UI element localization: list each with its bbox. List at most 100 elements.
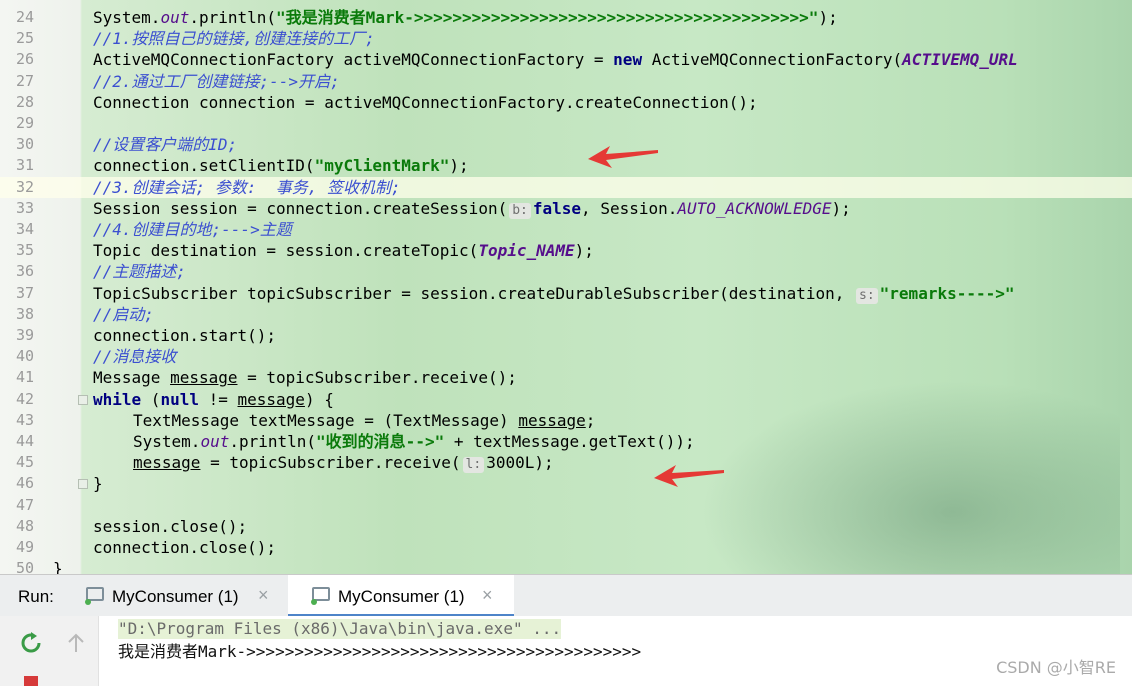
line-number: 44: [15, 432, 34, 450]
fold-marker-icon[interactable]: [78, 479, 88, 490]
close-icon[interactable]: ×: [258, 585, 269, 606]
code-token: "我是消费者Mark->>>>>>>>>>>>>>>>>>>>>>>>>>>>>…: [276, 8, 819, 27]
code-token: Session session = connection.createSessi…: [93, 198, 508, 218]
run-label: Run:: [18, 587, 54, 606]
code-token: //4.创建目的地;--->主题: [93, 220, 292, 239]
run-console[interactable]: "D:\Program Files (x86)\Java\bin\java.ex…: [0, 616, 1132, 686]
code-line[interactable]: 50}: [0, 558, 1132, 574]
arrow-up-icon[interactable]: [66, 632, 86, 654]
code-token: System.: [93, 8, 161, 27]
run-tab-myconsumer-1[interactable]: MyConsumer (1) ×: [84, 575, 284, 617]
code-token: ) {: [304, 389, 334, 409]
line-number: 28: [15, 92, 34, 111]
code-text: connection.start();: [93, 325, 276, 346]
code-token: System.: [133, 432, 201, 451]
code-token: ActiveMQConnectionFactory activeMQConnec…: [93, 50, 614, 70]
console-command-line: "D:\Program Files (x86)\Java\bin\java.ex…: [118, 619, 562, 639]
line-number: 35: [15, 241, 34, 260]
run-tab-label: MyConsumer (1): [338, 587, 465, 606]
code-text: connection.close();: [93, 537, 276, 558]
code-token: //1.按照自己的链接,创建连接的工厂;: [93, 29, 375, 49]
code-token: message: [170, 368, 238, 388]
code-line[interactable]: 37 TopicSubscriber topicSubscriber = sess…: [0, 283, 1132, 304]
close-icon[interactable]: ×: [482, 585, 493, 606]
code-token: message: [237, 389, 305, 409]
rerun-icon[interactable]: [20, 632, 42, 654]
line-number: 45: [15, 453, 34, 472]
console-output-line: 我是消费者Mark->>>>>>>>>>>>>>>>>>>>>>>>>>>>>>…: [118, 642, 642, 661]
code-token: //2.通过工厂创建链接;-->开启;: [93, 71, 340, 91]
run-tab-myconsumer-2[interactable]: MyConsumer (1) ×: [288, 575, 514, 617]
code-text: Topic destination = session.createTopic(…: [93, 240, 594, 261]
code-line[interactable]: 36 //主题描述;: [0, 261, 1132, 282]
code-token: 3000L);: [486, 453, 554, 473]
code-token: ActiveMQConnectionFactory(: [642, 50, 903, 70]
code-text: ActiveMQConnectionFactory activeMQConnec…: [93, 49, 1018, 70]
code-line[interactable]: 44 System.out.println("收到的消息-->" + textMe…: [0, 431, 1132, 452]
code-line[interactable]: 30 //设置客户端的ID;: [0, 134, 1132, 155]
code-line[interactable]: 38 //启动;: [0, 304, 1132, 325]
code-line[interactable]: 39 connection.start();: [0, 325, 1132, 346]
code-token: out: [160, 8, 190, 27]
code-line[interactable]: 47: [0, 495, 1132, 516]
code-token: connection.close();: [93, 538, 277, 557]
code-line[interactable]: 43 TextMessage textMessage = (TextMessage…: [0, 410, 1132, 431]
code-text: //4.创建目的地;--->主题: [93, 219, 292, 240]
code-text: //主题描述;: [93, 261, 186, 282]
code-token: (: [141, 389, 161, 409]
code-text: connection.setClientID("myClientMark");: [93, 155, 469, 176]
line-number: 38: [15, 304, 34, 323]
code-text: session.close();: [93, 516, 247, 537]
code-token: message: [518, 410, 586, 430]
code-text: message = topicSubscriber.receive(l: 3000…: [133, 452, 554, 474]
line-number: 41: [15, 368, 34, 387]
console-toolbar: [0, 616, 99, 686]
code-token: + textMessage.getText());: [444, 432, 695, 451]
code-token: );: [574, 241, 594, 261]
code-token: //主题描述;: [93, 262, 186, 282]
code-line[interactable]: 32 //3.创建会话; 参数: 事务, 签收机制;: [0, 176, 1132, 198]
line-number: 26: [15, 50, 34, 69]
code-line[interactable]: 25 //1.按照自己的链接,创建连接的工厂;: [0, 28, 1132, 49]
code-editor[interactable]: 24 System.out.println("我是消费者Mark->>>>>>>>…: [0, 0, 1132, 574]
fold-marker-icon[interactable]: [78, 394, 88, 405]
code-line[interactable]: 33 Session session = connection.createSes…: [0, 198, 1132, 219]
code-token: ;: [585, 410, 596, 430]
code-text: }: [93, 473, 103, 494]
code-line[interactable]: 27 //2.通过工厂创建链接;-->开启;: [0, 71, 1132, 92]
code-line[interactable]: 29: [0, 113, 1132, 134]
stop-icon[interactable]: [24, 676, 38, 686]
line-number: 33: [15, 198, 34, 217]
code-line[interactable]: 42 while (null != message) {: [0, 389, 1132, 410]
line-number: 46: [15, 474, 34, 493]
code-token: );: [449, 156, 469, 176]
code-line[interactable]: 49 connection.close();: [0, 537, 1132, 558]
code-token: TextMessage textMessage = (TextMessage): [133, 410, 519, 430]
code-line[interactable]: 48 session.close();: [0, 516, 1132, 537]
code-line[interactable]: 28 Connection connection = activeMQConnec…: [0, 92, 1132, 113]
code-token: !=: [198, 389, 238, 409]
code-text: TopicSubscriber topicSubscriber = sessio…: [93, 283, 1015, 304]
code-line[interactable]: 34 //4.创建目的地;--->主题: [0, 219, 1132, 240]
code-line[interactable]: 40 //消息接收: [0, 346, 1132, 367]
code-text: //启动;: [93, 304, 154, 325]
code-token: "remarks---->": [879, 283, 1015, 303]
parameter-hint: l:: [462, 457, 485, 474]
code-token: Topic_NAME: [478, 241, 575, 261]
console-icon: [85, 587, 104, 605]
code-line[interactable]: 31 connection.setClientID("myClientMark")…: [0, 155, 1132, 176]
code-text: //3.创建会话; 参数: 事务, 签收机制;: [93, 177, 401, 198]
code-token: false: [532, 198, 582, 218]
code-line[interactable]: 26 ActiveMQConnectionFactory activeMQConn…: [0, 49, 1132, 70]
code-token: session.close();: [93, 516, 248, 536]
code-line[interactable]: 45 message = topicSubscriber.receive(l: 30…: [0, 452, 1132, 474]
code-line[interactable]: 41 Message message = topicSubscriber.rece…: [0, 367, 1132, 388]
code-line[interactable]: 24 System.out.println("我是消费者Mark->>>>>>>>…: [0, 7, 1132, 28]
code-line[interactable]: 35 Topic destination = session.createTopi…: [0, 240, 1132, 261]
line-number: 47: [15, 495, 34, 514]
code-token: connection.start();: [93, 326, 277, 345]
line-number: 49: [15, 538, 34, 556]
line-number: 24: [15, 8, 34, 26]
code-line[interactable]: 46}: [0, 473, 1132, 494]
line-number: 27: [15, 71, 34, 90]
